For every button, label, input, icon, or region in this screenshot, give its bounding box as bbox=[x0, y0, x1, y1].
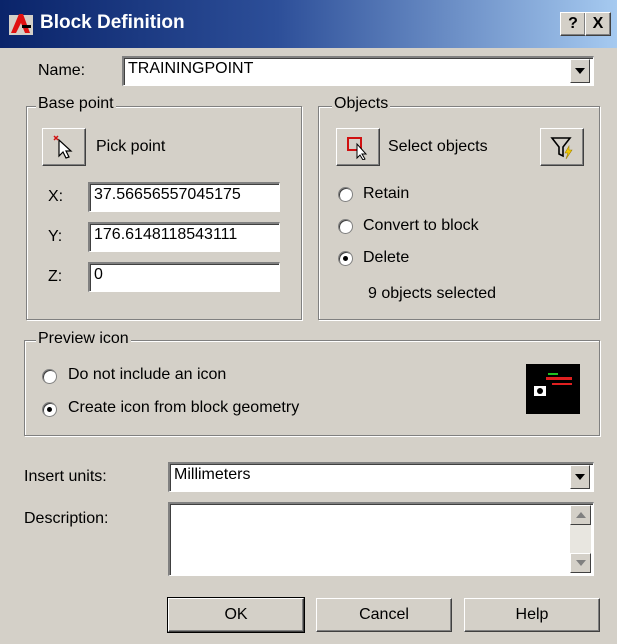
quick-select-button[interactable] bbox=[540, 128, 584, 166]
convert-to-block-radio[interactable] bbox=[338, 219, 353, 234]
preview-icon-group bbox=[24, 340, 600, 436]
ok-button[interactable]: OK bbox=[167, 597, 305, 633]
convert-to-block-label: Convert to block bbox=[363, 217, 479, 234]
description-textarea[interactable] bbox=[168, 502, 594, 576]
retain-label: Retain bbox=[363, 185, 410, 202]
no-icon-radio[interactable] bbox=[42, 369, 57, 384]
insert-units-value: Millimeters bbox=[174, 466, 251, 483]
y-label: Y: bbox=[48, 228, 63, 245]
select-objects-icon bbox=[347, 137, 368, 160]
chevron-down-icon bbox=[575, 68, 585, 74]
x-label: X: bbox=[48, 188, 64, 205]
retain-radio[interactable] bbox=[338, 187, 353, 202]
name-combobox[interactable]: TRAININGPOINT bbox=[122, 56, 594, 86]
insert-units-label: Insert units: bbox=[24, 468, 107, 485]
select-objects-label: Select objects bbox=[388, 138, 488, 155]
description-label: Description: bbox=[24, 510, 109, 527]
radio-selected-dot bbox=[343, 256, 348, 261]
x-input[interactable]: 37.56656557045175 bbox=[88, 182, 280, 212]
autocad-app-icon bbox=[9, 14, 33, 35]
preview-icon-legend: Preview icon bbox=[36, 330, 131, 348]
insert-units-select[interactable]: Millimeters bbox=[168, 462, 594, 492]
z-input[interactable]: 0 bbox=[88, 262, 280, 292]
scroll-down-button[interactable] bbox=[570, 553, 591, 573]
icon-from-geometry-label: Create icon from block geometry bbox=[68, 399, 300, 416]
block-preview-icon bbox=[526, 364, 580, 414]
pick-point-icon bbox=[53, 135, 73, 159]
help-title-button[interactable]: ? bbox=[560, 12, 586, 36]
filter-icon bbox=[550, 137, 573, 160]
pick-point-label: Pick point bbox=[96, 138, 166, 155]
name-label: Name: bbox=[38, 62, 86, 79]
chevron-down-icon bbox=[575, 474, 585, 480]
close-title-button[interactable]: X bbox=[585, 12, 611, 36]
radio-selected-dot bbox=[47, 407, 52, 412]
cancel-button[interactable]: Cancel bbox=[316, 598, 452, 632]
scroll-up-button[interactable] bbox=[570, 505, 591, 525]
z-label: Z: bbox=[48, 268, 63, 285]
name-value: TRAININGPOINT bbox=[128, 60, 254, 77]
icon-from-geometry-radio[interactable] bbox=[42, 402, 57, 417]
chevron-down-icon bbox=[575, 560, 586, 566]
chevron-up-icon bbox=[575, 512, 586, 518]
window-title: Block Definition bbox=[40, 12, 185, 33]
delete-radio[interactable] bbox=[338, 251, 353, 266]
delete-label: Delete bbox=[363, 249, 410, 266]
pick-point-button[interactable] bbox=[42, 128, 86, 166]
help-button[interactable]: Help bbox=[464, 598, 600, 632]
select-objects-button[interactable] bbox=[336, 128, 380, 166]
objects-count: 9 objects selected bbox=[368, 285, 497, 302]
base-point-legend: Base point bbox=[36, 95, 116, 113]
objects-legend: Objects bbox=[332, 95, 391, 113]
description-scrollbar[interactable] bbox=[570, 505, 591, 573]
insert-units-dropdown-button[interactable] bbox=[570, 465, 590, 489]
name-dropdown-button[interactable] bbox=[570, 59, 590, 83]
y-input[interactable]: 176.6148118543111 bbox=[88, 222, 280, 252]
no-icon-label: Do not include an icon bbox=[68, 366, 227, 383]
